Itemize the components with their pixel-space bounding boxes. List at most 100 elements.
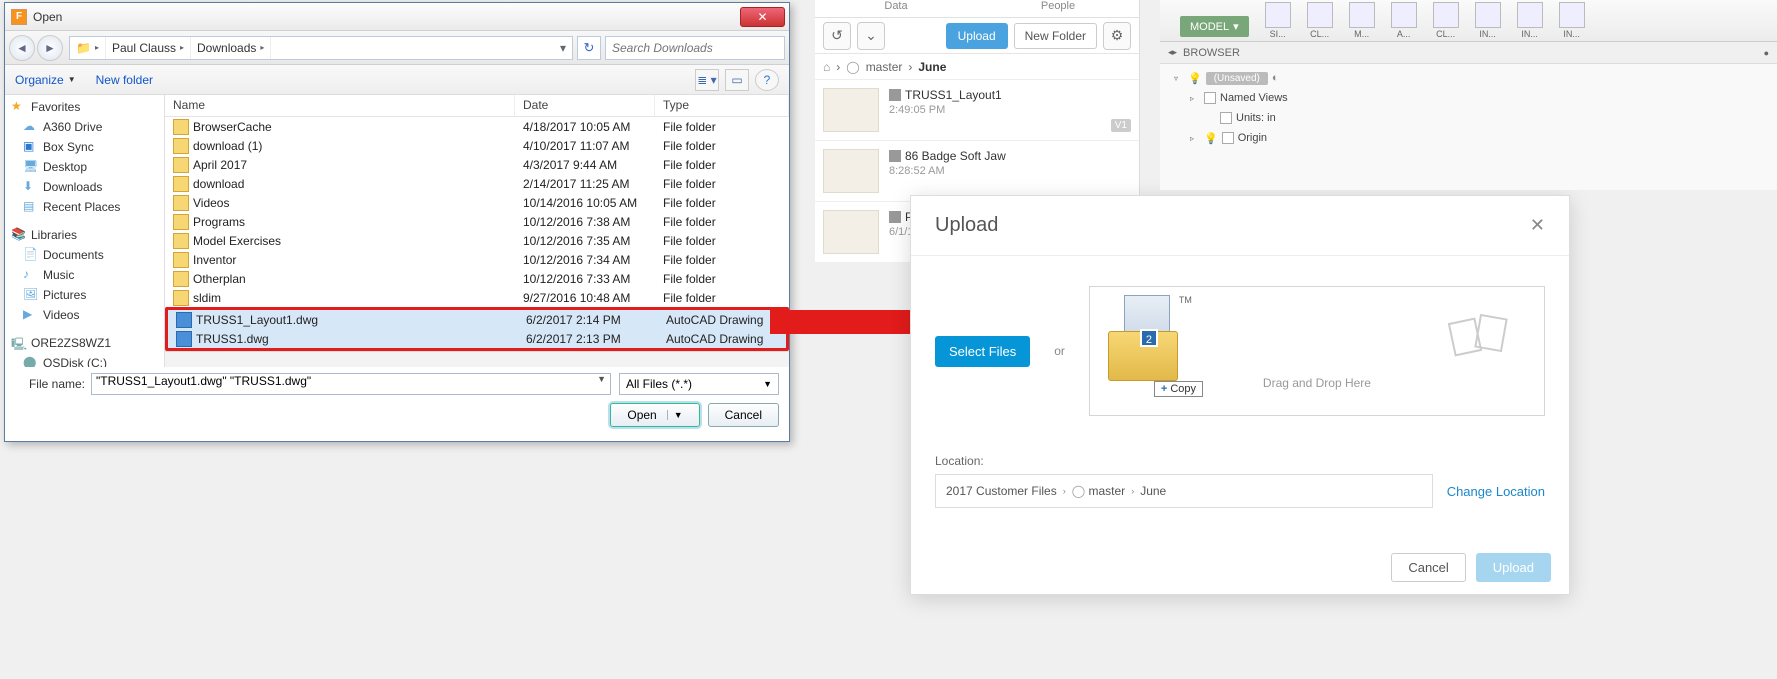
data-panel-item[interactable]: 86 Badge Soft Jaw 8:28:52 AM: [815, 141, 1139, 202]
file-row[interactable]: Inventor 10/12/2016 7:34 AM File folder: [165, 250, 789, 269]
file-date: 10/12/2016 7:38 AM: [515, 215, 655, 229]
address-dropdown-icon[interactable]: ▾: [554, 41, 572, 55]
organize-button[interactable]: Organize▼: [15, 73, 76, 87]
toolbar: Organize▼ New folder ≣ ▾ ▭ ?: [5, 65, 789, 95]
file-row[interactable]: TRUSS1.dwg 6/2/2017 2:13 PM AutoCAD Draw…: [168, 329, 786, 348]
collapse-icon[interactable]: ◂▸: [1168, 47, 1177, 58]
drop-hint-icon: [1444, 311, 1514, 361]
back-button[interactable]: ◄: [9, 35, 35, 61]
newfolder-button[interactable]: New folder: [96, 73, 153, 87]
file-row[interactable]: sldim 9/27/2016 10:48 AM File folder: [165, 288, 789, 307]
col-name[interactable]: Name: [165, 95, 515, 116]
favorites-header[interactable]: ★Favorites: [5, 97, 164, 117]
file-type: File folder: [655, 234, 789, 248]
cancel-button[interactable]: Cancel: [708, 403, 779, 427]
crumb-june[interactable]: June: [918, 60, 946, 74]
gear-icon[interactable]: ⚙: [1103, 22, 1131, 50]
filetype-filter[interactable]: All Files (*.*)▼: [619, 373, 779, 395]
file-type: File folder: [655, 291, 789, 305]
file-name: Inventor: [193, 253, 236, 267]
upload-submit-button[interactable]: Upload: [1476, 553, 1551, 582]
help-button[interactable]: ?: [755, 69, 779, 91]
col-type[interactable]: Type: [655, 95, 789, 116]
workspace-dropdown[interactable]: MODEL▾: [1180, 16, 1249, 37]
tree-origin[interactable]: ▹💡Origin: [1160, 128, 1777, 148]
sidebar-item[interactable]: 🖥Desktop: [5, 157, 164, 177]
open-button[interactable]: Open▼: [610, 403, 699, 427]
file-row[interactable]: Otherplan 10/12/2016 7:33 AM File folder: [165, 269, 789, 288]
sidebar-item[interactable]: ♪Music: [5, 265, 164, 285]
file-row[interactable]: TRUSS1_Layout1.dwg 6/2/2017 2:14 PM Auto…: [168, 310, 786, 329]
file-name: TRUSS1.dwg: [196, 332, 269, 346]
ribbon-tool[interactable]: A...: [1387, 2, 1421, 39]
file-row[interactable]: download (1) 4/10/2017 11:07 AM File fol…: [165, 136, 789, 155]
ribbon: MODEL▾ SI... CL... M... A... CL... IN...…: [1160, 0, 1777, 42]
location-path: 2017 Customer Files› ◯ master› June: [935, 474, 1433, 508]
crumb-root[interactable]: 📁▸: [70, 37, 106, 59]
sidebar-item[interactable]: ⬇Downloads: [5, 177, 164, 197]
preview-pane-button[interactable]: ▭: [725, 69, 749, 91]
file-row[interactable]: BrowserCache 4/18/2017 10:05 AM File fol…: [165, 117, 789, 136]
sidebar-item[interactable]: ☁A360 Drive: [5, 117, 164, 137]
select-files-button[interactable]: Select Files: [935, 336, 1030, 367]
sidebar-item[interactable]: ⬤OSDisk (C:): [5, 353, 164, 367]
tree-units[interactable]: Units: in: [1160, 108, 1777, 128]
column-headers[interactable]: Name Date Type: [165, 95, 789, 117]
file-name: sldim: [193, 291, 221, 305]
crumb-master[interactable]: master: [866, 60, 903, 74]
file-row[interactable]: April 2017 4/3/2017 9:44 AM File folder: [165, 155, 789, 174]
ribbon-tool[interactable]: M...: [1345, 2, 1379, 39]
sidebar-item[interactable]: 📄Documents: [5, 245, 164, 265]
file-row[interactable]: Programs 10/12/2016 7:38 AM File folder: [165, 212, 789, 231]
col-date[interactable]: Date: [515, 95, 655, 116]
close-icon[interactable]: ✕: [1530, 215, 1545, 236]
home-icon[interactable]: ⌂: [823, 60, 830, 74]
ribbon-tool[interactable]: CL...: [1303, 2, 1337, 39]
address-bar[interactable]: 📁▸ Paul Clauss▸ Downloads▸ ▾: [69, 36, 573, 60]
tab-data[interactable]: Data: [815, 0, 977, 17]
sidebar-item[interactable]: ▶Videos: [5, 305, 164, 325]
upload-button[interactable]: Upload: [946, 23, 1008, 49]
refresh-button[interactable]: ↻: [577, 36, 601, 60]
view-button[interactable]: ≣ ▾: [695, 69, 719, 91]
sidebar-item[interactable]: ▤Recent Places: [5, 197, 164, 217]
ribbon-tool[interactable]: IN...: [1513, 2, 1547, 39]
browser-menu-icon[interactable]: ●: [1764, 48, 1769, 58]
version-badge: V1: [1111, 119, 1131, 132]
drop-label: Drag and Drop Here: [1263, 376, 1371, 390]
new-folder-button[interactable]: New Folder: [1014, 23, 1097, 49]
scrollbar[interactable]: [165, 351, 789, 367]
search-input[interactable]: [605, 36, 785, 60]
close-icon[interactable]: ✕: [740, 7, 785, 27]
file-date: 4/18/2017 10:05 AM: [515, 120, 655, 134]
file-date: 4/10/2017 11:07 AM: [515, 139, 655, 153]
crumb-folder[interactable]: Downloads▸: [191, 37, 271, 59]
change-location-link[interactable]: Change Location: [1447, 484, 1545, 499]
ribbon-tool[interactable]: SI...: [1261, 2, 1295, 39]
history-icon[interactable]: ↺: [823, 22, 851, 50]
data-panel-item[interactable]: TRUSS1_Layout1 2:49:05 PM V1: [815, 80, 1139, 141]
ribbon-tool[interactable]: IN...: [1471, 2, 1505, 39]
filename-input[interactable]: "TRUSS1_Layout1.dwg" "TRUSS1.dwg"▼: [91, 373, 611, 395]
tree-root[interactable]: ▿💡(Unsaved)◐: [1160, 68, 1777, 88]
file-type: File folder: [655, 215, 789, 229]
cancel-button[interactable]: Cancel: [1391, 553, 1465, 582]
computer-header[interactable]: 🖳ORE2ZS8WZ1: [5, 333, 164, 353]
file-row[interactable]: download 2/14/2017 11:25 AM File folder: [165, 174, 789, 193]
file-row[interactable]: Model Exercises 10/12/2016 7:35 AM File …: [165, 231, 789, 250]
tree-named-views[interactable]: ▹Named Views: [1160, 88, 1777, 108]
file-row[interactable]: Videos 10/14/2016 10:05 AM File folder: [165, 193, 789, 212]
ribbon-tool[interactable]: CL...: [1429, 2, 1463, 39]
ribbon-tool[interactable]: IN...: [1555, 2, 1589, 39]
browser-title: BROWSER: [1183, 47, 1240, 59]
forward-button[interactable]: ►: [37, 35, 63, 61]
drop-zone[interactable]: TM 2 +Copy Drag and Drop Here: [1089, 286, 1545, 416]
crumb-user[interactable]: Paul Clauss▸: [106, 37, 191, 59]
folder-icon: [173, 119, 189, 135]
data-panel-tabs: Data People: [815, 0, 1139, 18]
dropdown-icon[interactable]: ⌄: [857, 22, 885, 50]
sidebar-item[interactable]: ▣Box Sync: [5, 137, 164, 157]
sidebar-item[interactable]: 🖼Pictures: [5, 285, 164, 305]
tab-people[interactable]: People: [977, 0, 1139, 17]
libraries-header[interactable]: 📚Libraries: [5, 225, 164, 245]
